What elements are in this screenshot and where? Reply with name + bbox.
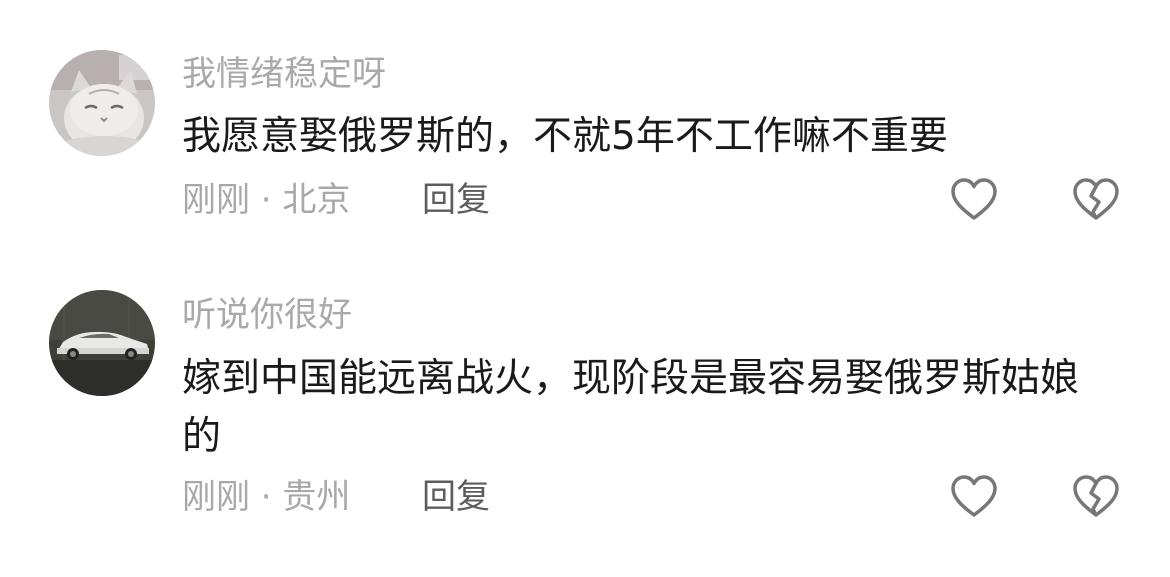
comment-meta: 刚刚 · 贵州 xyxy=(182,477,351,517)
comment-username[interactable]: 听说你很好 xyxy=(182,293,352,337)
user-avatar[interactable] xyxy=(49,290,155,396)
heart-outline-icon xyxy=(951,475,997,517)
comment-item: 听说你很好 嫁到中国能远离战火，现阶段是最容易娶俄罗斯姑娘的 刚刚 · 贵州 回… xyxy=(0,0,1170,577)
car-avatar-icon xyxy=(49,290,155,396)
like-button[interactable] xyxy=(948,471,1000,523)
reply-button[interactable]: 回复 xyxy=(422,475,490,519)
dislike-button[interactable] xyxy=(1070,471,1122,523)
broken-heart-icon xyxy=(1073,475,1119,517)
comment-text: 嫁到中国能远离战火，现阶段是最容易娶俄罗斯姑娘的 xyxy=(182,356,1080,459)
